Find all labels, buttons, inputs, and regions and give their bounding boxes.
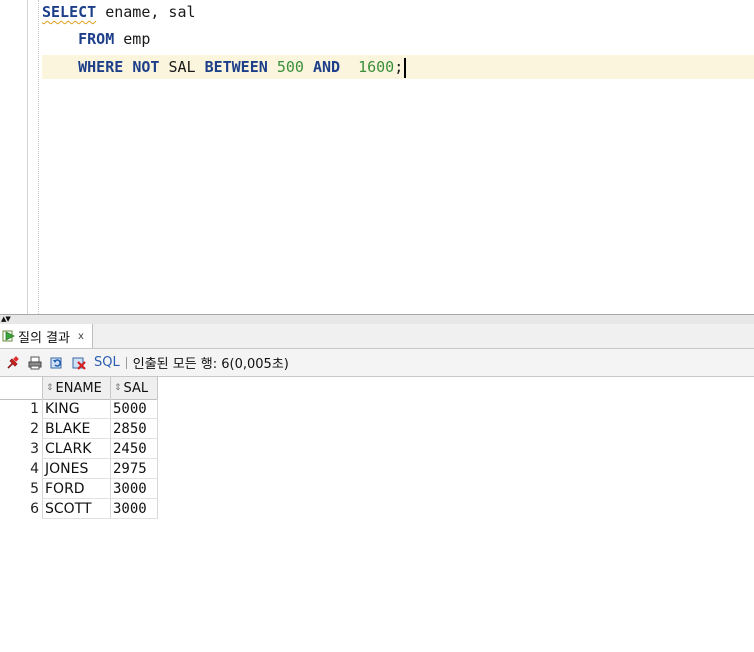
sql-editor[interactable]: SELECT ename, sal FROM emp WHERE NOT SAL… (0, 0, 754, 314)
cell-ename[interactable]: BLAKE (42, 419, 110, 439)
sort-icon: ⇕ (46, 382, 54, 393)
code-line-2[interactable]: FROM emp (42, 27, 150, 51)
row-number: 2 (30, 421, 39, 437)
cell-sal[interactable]: 2975 (110, 459, 158, 479)
results-grid[interactable]: ⇕ ENAME ⇕ SAL 1 KING 5000 2 BLAKE 2850 3 C… (0, 377, 754, 652)
keyword-from: FROM (78, 30, 115, 48)
results-toolbar: SQL 인출된 모든 행: 6(0,005초) (0, 349, 754, 377)
number-500: 500 (276, 58, 304, 76)
tab-label: 질의 결과 (18, 330, 70, 346)
editor-gutter-border (27, 0, 28, 314)
table-row[interactable]: 5 FORD 3000 (0, 479, 158, 499)
row-number-header (0, 377, 42, 399)
grid-header: ⇕ ENAME ⇕ SAL (0, 377, 158, 400)
cell-sal[interactable]: 3000 (110, 479, 158, 499)
print-icon[interactable] (26, 354, 44, 372)
table-row[interactable]: 6 SCOTT 3000 (0, 499, 158, 519)
delete-icon[interactable] (70, 354, 88, 372)
keyword-select: SELECT (42, 3, 97, 21)
refresh-icon[interactable] (48, 354, 66, 372)
table-row[interactable]: 4 JONES 2975 (0, 459, 158, 479)
cell-sal[interactable]: 3000 (110, 499, 158, 519)
cell-ename[interactable]: KING (42, 399, 110, 419)
split-arrows-icon[interactable]: ▲▼ (1, 315, 11, 323)
tab-query-result[interactable]: 질의 결과 x (0, 324, 93, 348)
cell-sal[interactable]: 5000 (110, 399, 158, 419)
row-number: 1 (30, 401, 39, 417)
code-line-1[interactable]: SELECT ename, sal (42, 0, 196, 24)
fetch-status: 인출된 모든 행: 6(0,005초) (132, 357, 289, 372)
results-tabbar: 질의 결과 x (0, 324, 754, 349)
keyword-not: NOT (132, 58, 160, 76)
from-table: emp (114, 30, 151, 48)
column-header-ename[interactable]: ⇕ ENAME (42, 377, 110, 399)
tab-close-icon[interactable]: x (78, 331, 84, 342)
row-number: 4 (30, 461, 39, 477)
cell-sal[interactable]: 2450 (110, 439, 158, 459)
select-columns: ename, sal (96, 3, 196, 21)
table-row[interactable]: 2 BLAKE 2850 (0, 419, 158, 439)
sql-link[interactable]: SQL (94, 355, 120, 370)
sort-icon: ⇕ (114, 382, 122, 393)
code-line-3[interactable]: WHERE NOT SAL BETWEEN 500 AND 1600; (42, 55, 754, 79)
cell-ename[interactable]: SCOTT (42, 499, 110, 519)
pin-icon[interactable] (4, 354, 22, 372)
row-number: 5 (30, 481, 39, 497)
cell-sal[interactable]: 2850 (110, 419, 158, 439)
cell-ename[interactable]: FORD (42, 479, 110, 499)
text-caret (404, 57, 407, 78)
number-1600: 1600 (358, 58, 395, 76)
keyword-between: BETWEEN (204, 58, 268, 76)
column-sal: SAL (168, 58, 196, 76)
cell-ename[interactable]: JONES (42, 459, 110, 479)
table-row[interactable]: 1 KING 5000 (0, 399, 158, 419)
cell-ename[interactable]: CLARK (42, 439, 110, 459)
column-header-sal[interactable]: ⇕ SAL (110, 377, 158, 399)
toolbar-separator (125, 356, 127, 369)
keyword-and: AND (312, 58, 341, 76)
row-number: 6 (30, 501, 39, 517)
semicolon: ; (394, 58, 404, 76)
keyword-where: WHERE (78, 58, 124, 76)
table-row[interactable]: 3 CLARK 2450 (0, 439, 158, 459)
editor-indent-guide (38, 0, 39, 314)
run-statement-icon (2, 329, 16, 343)
row-number: 3 (30, 441, 39, 457)
